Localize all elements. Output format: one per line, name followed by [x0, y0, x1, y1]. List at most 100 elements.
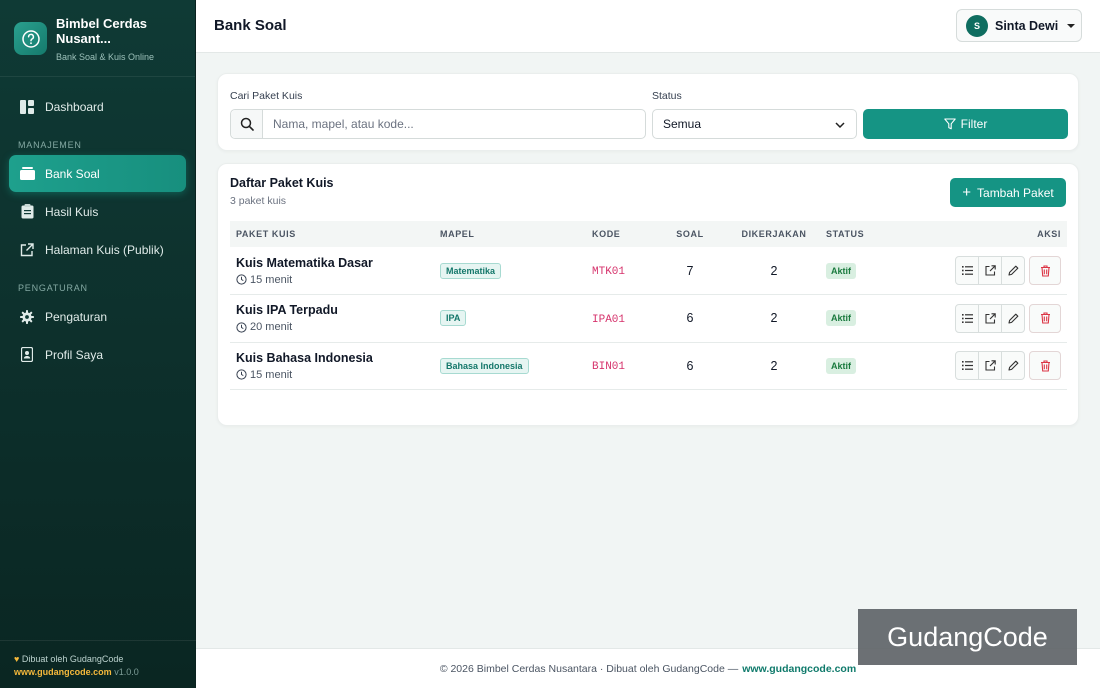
sidebar-item-label: Pengaturan [45, 309, 108, 324]
filter-button[interactable]: Filter [863, 109, 1068, 139]
bank-soal-icon [19, 166, 35, 182]
search-label: Cari Paket Kuis [230, 90, 303, 102]
watermark: GudangCode [858, 609, 1077, 665]
table-row: Kuis IPA Terpadu 20 menit IPA IPA01 6 2 … [230, 295, 1067, 342]
list-questions-button[interactable] [955, 303, 979, 333]
brand-subtitle: Bank Soal & Kuis Online [56, 52, 155, 62]
delete-button[interactable] [1029, 256, 1061, 285]
topbar: Bank Soal S Sinta Dewi [196, 0, 1100, 53]
user-name: Sinta Dewi [995, 18, 1059, 33]
made-by-text: Dibuat oleh GudangCode [21, 654, 124, 664]
delete-button[interactable] [1029, 303, 1061, 333]
trash-icon [1040, 360, 1050, 372]
status-select-value: Semua [663, 117, 702, 131]
open-external-button[interactable] [978, 256, 1002, 285]
quiz-name: Kuis Matematika Dasar [236, 255, 373, 270]
quiz-table: PAKET KUIS MAPEL KODE SOAL DIKERJAKAN ST… [230, 221, 1067, 390]
list-questions-button[interactable] [955, 351, 979, 381]
col-kode: KODE [592, 229, 621, 239]
status-badge: Aktif [826, 310, 856, 327]
mapel-badge: Bahasa Indonesia [440, 357, 529, 374]
sidebar: Bimbel Cerdas Nusant... Bank Soal & Kuis… [0, 0, 196, 688]
user-menu-button[interactable]: S Sinta Dewi [956, 9, 1082, 42]
list-questions-button[interactable] [955, 256, 979, 285]
quiz-duration: 15 menit [236, 274, 440, 286]
sidebar-item-pengaturan[interactable]: Pengaturan [9, 298, 186, 335]
search-input[interactable] [263, 110, 643, 138]
sidebar-item-profil[interactable]: Profil Saya [9, 336, 186, 373]
list-icon [961, 361, 973, 371]
quiz-name: Kuis IPA Terpadu [236, 303, 338, 318]
quiz-code: MTK01 [592, 266, 626, 278]
open-external-button[interactable] [978, 351, 1002, 381]
col-mapel: MAPEL [440, 229, 475, 239]
filter-button-label: Filter [960, 117, 988, 131]
sidebar-item-dashboard[interactable]: Dashboard [9, 88, 186, 125]
question-logo-icon [14, 22, 47, 55]
sidebar-item-bank-soal[interactable]: Bank Soal [9, 155, 186, 192]
sidebar-item-label: Profil Saya [45, 347, 104, 362]
sidebar-item-label: Hasil Kuis [45, 204, 99, 219]
add-package-button[interactable]: + Tambah Paket [950, 178, 1066, 207]
footer-link[interactable]: www.gudangcode.com [14, 667, 112, 677]
edit-button[interactable] [1001, 303, 1025, 333]
quiz-name: Kuis Bahasa Indonesia [236, 350, 373, 365]
external-link-icon [984, 360, 996, 371]
sidebar-item-label: Dashboard [45, 99, 104, 114]
delete-button[interactable] [1029, 351, 1061, 381]
quiz-duration: 20 menit [236, 321, 440, 333]
clipboard-icon [19, 204, 35, 220]
trash-icon [1040, 312, 1050, 324]
row-actions [955, 351, 1061, 381]
col-status: STATUS [826, 229, 865, 239]
list-icon [961, 266, 973, 275]
status-badge: Aktif [826, 357, 856, 374]
col-aksi: AKSI [1037, 229, 1061, 239]
external-link-icon [984, 265, 996, 276]
nav-section-manajemen: MANAJEMEN [18, 140, 82, 150]
footer-copyright: © 2026 Bimbel Cerdas Nusantara · Dibuat … [439, 662, 739, 675]
caret-down-icon [1067, 23, 1076, 28]
edit-button[interactable] [1001, 256, 1025, 285]
brand-title: Bimbel Cerdas Nusant... [56, 16, 148, 46]
funnel-icon [943, 118, 956, 130]
mapel-badge: IPA [440, 310, 467, 327]
dashboard-icon [19, 99, 35, 115]
col-soal: SOAL [676, 229, 704, 239]
clock-icon [236, 274, 247, 285]
attempt-count: 2 [770, 358, 778, 373]
open-external-button[interactable] [978, 303, 1002, 333]
status-label: Status [652, 90, 682, 102]
external-link-icon [984, 313, 996, 324]
quiz-list-card: Daftar Paket Kuis 3 paket kuis + Tambah … [217, 163, 1079, 426]
clock-icon [236, 369, 247, 380]
sidebar-item-hasil-kuis[interactable]: Hasil Kuis [9, 193, 186, 230]
col-dikerjakan: DIKERJAKAN [741, 229, 807, 239]
question-count: 6 [686, 358, 694, 373]
question-count: 6 [686, 311, 694, 326]
quiz-duration-text: 20 menit [250, 321, 293, 334]
external-link-icon [19, 242, 35, 258]
brand: Bimbel Cerdas Nusant... Bank Soal & Kuis… [0, 0, 195, 77]
quiz-code: IPA01 [592, 313, 626, 326]
nav-section-pengaturan: PENGATURAN [18, 283, 88, 293]
row-actions [955, 303, 1061, 333]
pencil-icon [1007, 265, 1018, 276]
footer-link[interactable]: www.gudangcode.com [742, 663, 856, 675]
heart-icon: ♥ [14, 654, 20, 664]
sidebar-item-label: Halaman Kuis (Publik) [45, 242, 164, 257]
mapel-badge: Matematika [440, 262, 502, 279]
attempt-count: 2 [770, 263, 778, 278]
quiz-duration-text: 15 menit [250, 273, 293, 286]
status-select[interactable]: Semua [652, 109, 857, 139]
sidebar-item-label: Bank Soal [45, 166, 100, 181]
pencil-icon [1007, 313, 1018, 324]
sidebar-item-halaman-kuis[interactable]: Halaman Kuis (Publik) [9, 231, 186, 268]
avatar: S [966, 14, 988, 37]
edit-button[interactable] [1001, 351, 1025, 381]
trash-icon [1040, 264, 1050, 277]
quiz-duration: 15 menit [236, 369, 440, 381]
row-actions [955, 256, 1061, 285]
table-header-row: PAKET KUIS MAPEL KODE SOAL DIKERJAKAN ST… [230, 221, 1067, 247]
col-paket-kuis: PAKET KUIS [236, 229, 296, 239]
